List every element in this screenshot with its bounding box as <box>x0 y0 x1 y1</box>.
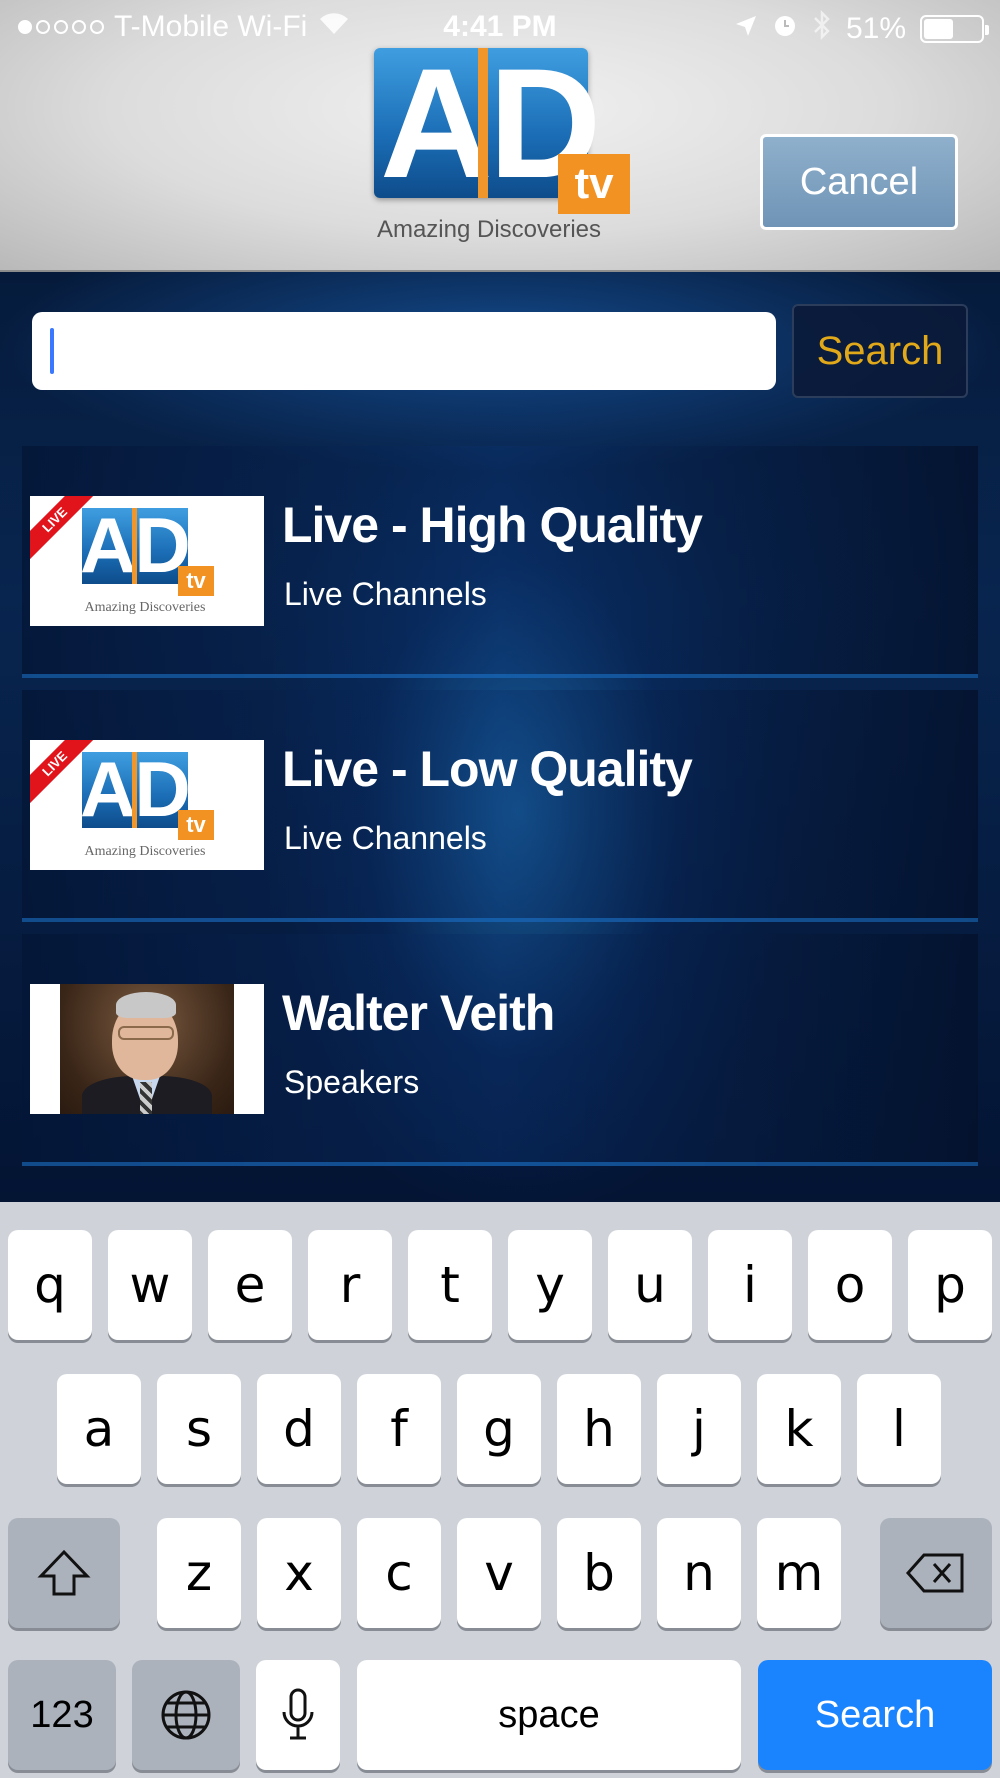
search-return-key[interactable]: Search <box>758 1660 992 1770</box>
logo-divider <box>478 48 488 198</box>
key-c[interactable]: c <box>357 1518 441 1628</box>
result-category: Live Channels <box>284 576 487 612</box>
shift-icon <box>37 1549 91 1596</box>
result-category: Live Channels <box>284 820 487 856</box>
key-b[interactable]: b <box>557 1518 641 1628</box>
battery-fill <box>924 19 953 39</box>
alarm-icon <box>772 12 798 46</box>
key-a[interactable]: a <box>57 1374 141 1484</box>
logo-tv-badge: tv <box>558 154 630 214</box>
list-item[interactable]: AD tv Amazing Discoveries LIVE Live - Lo… <box>22 690 978 922</box>
key-r[interactable]: r <box>308 1230 392 1340</box>
key-d[interactable]: d <box>257 1374 341 1484</box>
result-title: Walter Veith <box>282 985 555 1041</box>
key-k[interactable]: k <box>757 1374 841 1484</box>
key-e[interactable]: e <box>208 1230 292 1340</box>
key-g[interactable]: g <box>457 1374 541 1484</box>
delete-key[interactable] <box>880 1518 992 1628</box>
search-screen: Search AD tv Amazing Discoveries LIVE Li… <box>0 272 1000 1202</box>
key-f[interactable]: f <box>357 1374 441 1484</box>
key-q[interactable]: q <box>8 1230 92 1340</box>
app-header: T-Mobile Wi-Fi 4:41 PM 51% AD tv Amazing… <box>0 0 1000 272</box>
key-p[interactable]: p <box>908 1230 992 1340</box>
result-title: Live - High Quality <box>282 497 703 553</box>
location-icon <box>734 12 758 46</box>
logo-tagline: Amazing Discoveries <box>376 216 602 243</box>
key-z[interactable]: z <box>157 1518 241 1628</box>
dictation-key[interactable] <box>256 1660 340 1770</box>
space-key[interactable]: space <box>357 1660 741 1770</box>
key-t[interactable]: t <box>408 1230 492 1340</box>
result-title: Live - Low Quality <box>282 741 693 797</box>
speaker-photo <box>60 984 234 1114</box>
globe-icon <box>161 1690 211 1740</box>
key-x[interactable]: x <box>257 1518 341 1628</box>
key-s[interactable]: s <box>157 1374 241 1484</box>
list-item[interactable]: AD tv Amazing Discoveries LIVE Live - Hi… <box>22 446 978 678</box>
search-input[interactable] <box>32 312 776 390</box>
key-h[interactable]: h <box>557 1374 641 1484</box>
battery-icon <box>920 15 989 43</box>
ad-tv-logo: AD tv Amazing Discoveries <box>358 44 638 244</box>
live-thumbnail: AD tv Amazing Discoveries LIVE <box>30 496 264 626</box>
key-i[interactable]: i <box>708 1230 792 1340</box>
key-j[interactable]: j <box>657 1374 741 1484</box>
key-n[interactable]: n <box>657 1518 741 1628</box>
live-thumbnail: AD tv Amazing Discoveries LIVE <box>30 740 264 870</box>
speaker-thumbnail <box>30 984 264 1114</box>
text-caret <box>50 328 54 374</box>
key-m[interactable]: m <box>757 1518 841 1628</box>
onscreen-keyboard: q w e r t y u i o p a s d f g h j k l z x c v b n m 123 space Search <box>0 1202 1000 1778</box>
search-button[interactable]: Search <box>792 304 968 398</box>
cancel-button[interactable]: Cancel <box>760 134 958 230</box>
globe-key[interactable] <box>132 1660 240 1770</box>
key-o[interactable]: o <box>808 1230 892 1340</box>
key-u[interactable]: u <box>608 1230 692 1340</box>
bluetooth-icon <box>812 9 832 48</box>
numbers-key[interactable]: 123 <box>8 1660 116 1770</box>
result-category: Speakers <box>284 1064 420 1100</box>
battery-percent: 51% <box>845 12 906 45</box>
results-list: AD tv Amazing Discoveries LIVE Live - Hi… <box>22 446 978 1178</box>
shift-key[interactable] <box>8 1518 120 1628</box>
delete-icon <box>905 1553 964 1593</box>
key-y[interactable]: y <box>508 1230 592 1340</box>
key-v[interactable]: v <box>457 1518 541 1628</box>
microphone-icon <box>282 1688 314 1740</box>
list-item[interactable]: Walter Veith Speakers <box>22 934 978 1166</box>
key-l[interactable]: l <box>857 1374 941 1484</box>
status-right-group: 51% <box>734 9 989 48</box>
key-w[interactable]: w <box>108 1230 192 1340</box>
